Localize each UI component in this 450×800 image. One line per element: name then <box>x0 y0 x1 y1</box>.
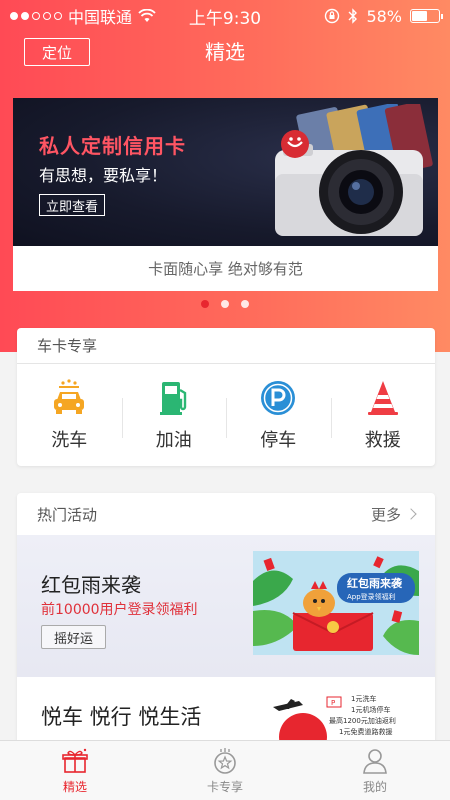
pager-dot[interactable] <box>221 300 229 308</box>
promo-image-line: 1元机场停车 <box>351 705 390 714</box>
service-car-wash[interactable]: 洗车 <box>17 364 122 466</box>
car-services-card: 车卡专享 洗车 加油 停车 救援 <box>17 328 435 466</box>
car-wash-icon <box>54 379 85 414</box>
rotation-lock-icon <box>325 8 340 24</box>
tab-label: 精选 <box>62 779 87 794</box>
parking-icon <box>261 381 296 415</box>
promo-image-line: 1元免费道路救援 <box>339 727 392 736</box>
pager-dot[interactable] <box>241 300 249 308</box>
promo-image-line: 最高1200元加油返利 <box>329 716 396 725</box>
carrier-name: 中国联通 <box>68 8 133 27</box>
banner-title: 私人定制信用卡 <box>39 134 186 158</box>
wifi-icon <box>138 9 156 22</box>
gift-icon <box>62 748 88 773</box>
banner-subtitle: 有思想，要私享！ <box>39 166 168 185</box>
signal-strength-icon <box>10 12 62 20</box>
fuel-pump-icon <box>159 382 186 415</box>
battery-percent: 58% <box>366 6 402 26</box>
service-label: 救援 <box>364 430 401 451</box>
user-icon <box>363 748 387 774</box>
status-bar: 中国联通 上午9:30 58% <box>0 0 450 32</box>
service-fuel[interactable]: 加油 <box>121 364 227 466</box>
traffic-cone-icon <box>367 381 398 415</box>
page-title: 精选 <box>205 40 245 64</box>
shake-luck-button[interactable]: 摇好运 <box>41 625 107 649</box>
hot-activities-header: 热门活动 <box>37 505 98 524</box>
promo-title: 红包雨来袭 <box>41 573 141 597</box>
promo-title: 悦车 悦行 悦生活 <box>41 705 202 729</box>
banner-caption: 卡面随心享 绝对够有范 <box>148 260 303 278</box>
camera-with-cards-illustration <box>275 104 433 236</box>
service-label: 加油 <box>155 430 192 451</box>
chevron-right-icon <box>405 508 417 520</box>
tab-mine[interactable]: 我的 <box>300 741 450 800</box>
promo-subtitle: 前10000用户登录领福利 <box>41 602 198 618</box>
tab-label: 我的 <box>362 779 387 794</box>
tab-bar: 精选 卡专享 我的 <box>0 740 450 800</box>
banner-pager <box>0 300 450 308</box>
promo-image-title: 红包雨来袭 <box>347 576 403 590</box>
bluetooth-icon <box>348 8 358 24</box>
navigation-bar: 定位 精选 <box>0 32 450 72</box>
service-label: 停车 <box>260 430 297 451</box>
more-link[interactable]: 更多 <box>370 504 417 525</box>
promo-image-subtitle: App登录领福利 <box>347 592 396 601</box>
service-parking[interactable]: 停车 <box>226 364 331 466</box>
service-rescue[interactable]: 救援 <box>330 364 436 466</box>
pager-dot[interactable] <box>201 300 209 308</box>
more-label: 更多 <box>370 505 401 524</box>
tab-label: 卡专享 <box>206 779 243 794</box>
battery-icon <box>410 9 443 23</box>
promo-item[interactable]: 红包雨来袭 前10000用户登录领福利 摇好运 红包雨来袭 App登录领福利 <box>17 535 435 677</box>
red-envelope-promo-image: 红包雨来袭 App登录领福利 <box>253 551 419 655</box>
promo-image-line: 1元洗车 <box>351 694 376 703</box>
card-badge-icon <box>214 747 236 774</box>
car-services-promo-image: P 1元洗车 1元机场停车 最高1200元加油返利 1元免费道路救援 <box>273 694 396 743</box>
car-services-header: 车卡专享 <box>17 328 435 364</box>
promo-item[interactable]: 悦车 悦行 悦生活 P 1元洗车 1元机场停车 最高1200元加油返利 1元免费… <box>17 683 435 743</box>
banner-cta-button[interactable]: 立即查看 <box>39 194 106 216</box>
svg-text:P: P <box>331 699 335 707</box>
service-label: 洗车 <box>51 430 88 451</box>
promo-banner[interactable]: 私人定制信用卡 有思想，要私享！ 立即查看 卡面随心享 绝对够有范 <box>13 98 438 291</box>
tab-card-exclusive[interactable]: 卡专享 <box>150 741 300 800</box>
tab-featured[interactable]: 精选 <box>0 741 150 800</box>
